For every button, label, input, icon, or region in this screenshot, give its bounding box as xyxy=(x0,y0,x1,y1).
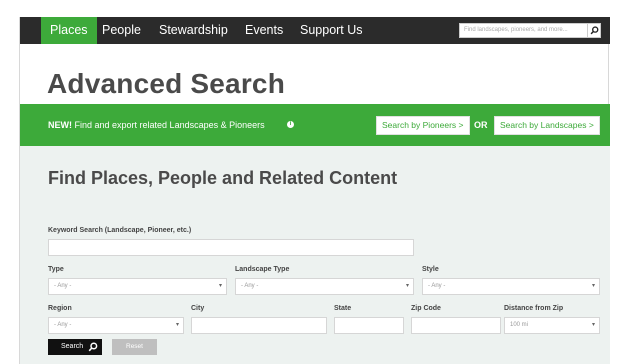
state-input[interactable] xyxy=(334,317,404,334)
search-icon xyxy=(88,342,98,352)
distance-label: Distance from Zip xyxy=(504,305,564,312)
banner-message: Find and export related Landscapes & Pio… xyxy=(72,120,265,130)
search-by-pioneers-button[interactable]: Search by Pioneers > xyxy=(376,116,470,135)
page-title: Advanced Search xyxy=(47,68,285,99)
nav-item-places[interactable]: Places xyxy=(41,17,97,44)
reset-button[interactable]: Reset xyxy=(112,339,157,355)
promo-banner: NEW! Find and export related Landscapes … xyxy=(20,104,610,146)
site-search-button[interactable] xyxy=(588,23,601,38)
landscape-type-select[interactable]: - Any - ▾ xyxy=(235,278,414,295)
top-nav: Places People Stewardship Events Support… xyxy=(20,17,610,44)
search-form: Find Places, People and Related Content … xyxy=(20,146,610,364)
type-label: Type xyxy=(48,266,64,273)
city-label: City xyxy=(191,305,205,312)
style-select-value: - Any - xyxy=(428,283,446,289)
search-by-landscapes-button[interactable]: Search by Landscapes > xyxy=(494,116,600,135)
style-select[interactable]: - Any - ▾ xyxy=(422,278,600,295)
search-button-label: Search xyxy=(61,343,84,350)
zip-code-label: Zip Code xyxy=(411,305,441,312)
chevron-down-icon: ▾ xyxy=(591,283,595,289)
new-badge: NEW! xyxy=(48,120,72,130)
landscape-type-select-value: - Any - xyxy=(241,283,259,289)
type-select-value: - Any - xyxy=(54,283,72,289)
distance-select[interactable]: 100 mi ▾ xyxy=(504,317,600,334)
region-select-value: - Any - xyxy=(54,322,72,328)
keyword-label: Keyword Search (Landscape, Pioneer, etc.… xyxy=(48,227,192,234)
zip-code-input[interactable] xyxy=(411,317,501,334)
type-select[interactable]: - Any - ▾ xyxy=(48,278,227,295)
nav-item-events[interactable]: Events xyxy=(236,17,292,44)
chevron-down-icon: ▾ xyxy=(175,322,179,328)
or-label: OR xyxy=(474,120,488,130)
search-button[interactable]: Search xyxy=(48,339,102,355)
search-icon xyxy=(590,26,599,35)
site-search-input[interactable]: Find landscapes, pioneers, and more... xyxy=(459,23,588,38)
form-title: Find Places, People and Related Content xyxy=(48,168,398,188)
state-label: State xyxy=(334,305,352,312)
city-input[interactable] xyxy=(191,317,327,334)
chevron-down-icon: ▾ xyxy=(591,322,595,328)
keyword-input[interactable] xyxy=(48,239,414,256)
region-select[interactable]: - Any - ▾ xyxy=(48,317,184,334)
nav-item-people[interactable]: People xyxy=(93,17,150,44)
chevron-down-icon: ▾ xyxy=(218,283,222,289)
style-label: Style xyxy=(422,266,439,273)
region-label: Region xyxy=(48,305,72,312)
banner-text: NEW! Find and export related Landscapes … xyxy=(48,104,265,146)
distance-select-value: 100 mi xyxy=(510,322,529,328)
nav-item-support-us[interactable]: Support Us xyxy=(291,17,372,44)
info-icon[interactable]: i xyxy=(287,121,294,128)
nav-item-stewardship[interactable]: Stewardship xyxy=(150,17,237,44)
chevron-down-icon: ▾ xyxy=(405,283,409,289)
page-frame: Places People Stewardship Events Support… xyxy=(19,17,610,364)
landscape-type-label: Landscape Type xyxy=(235,266,290,273)
